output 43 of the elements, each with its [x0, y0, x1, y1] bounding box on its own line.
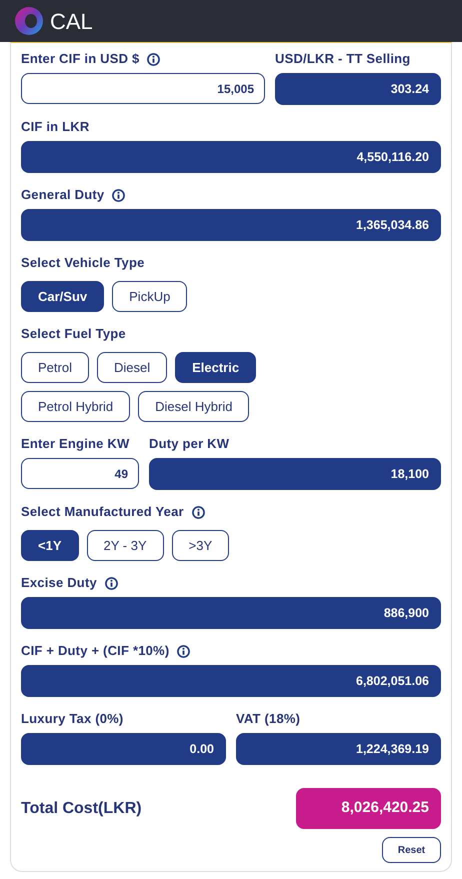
field-label: Duty per KW: [149, 435, 230, 454]
result-field: 6,802,051.06: [21, 665, 441, 697]
option-button[interactable]: Petrol Hybrid: [21, 391, 130, 422]
option-button[interactable]: Electric: [175, 352, 256, 383]
field-label: USD/LKR - TT Selling: [275, 50, 410, 68]
input-field[interactable]: 15,005: [21, 73, 265, 104]
result-field: 1,365,034.86: [21, 209, 441, 241]
info-icon[interactable]: [112, 188, 126, 202]
field-label: CIF + Duty + (CIF *10%): [21, 642, 170, 660]
option-button[interactable]: <1Y: [21, 530, 78, 561]
field-label: Select Manufactured Year: [21, 503, 184, 522]
info-icon[interactable]: [104, 576, 118, 590]
reset-button[interactable]: Reset: [382, 837, 441, 863]
info-icon[interactable]: [177, 644, 190, 658]
field-label: General Duty: [21, 186, 104, 204]
option-button[interactable]: Petrol: [21, 352, 89, 383]
logo-text: CAL: [50, 8, 93, 36]
result-field: 303.24: [275, 73, 441, 105]
result-field: 0.00: [21, 733, 226, 765]
option-button[interactable]: 2Y - 3Y: [86, 530, 164, 561]
info-icon[interactable]: [192, 506, 205, 518]
field-label: VAT (18%): [236, 710, 300, 728]
field-label: Select Vehicle Type: [21, 254, 145, 272]
field-label: Select Fuel Type: [21, 325, 126, 344]
input-field[interactable]: 49: [21, 458, 139, 489]
total-label: Total Cost(LKR): [21, 798, 142, 818]
option-button[interactable]: Car/Suv: [21, 281, 104, 312]
field-label: Luxury Tax (0%): [21, 710, 124, 728]
option-button[interactable]: Diesel: [96, 352, 168, 383]
field-label: Enter CIF in USD $: [21, 50, 140, 68]
result-field: 18,100: [149, 458, 441, 490]
total-value: 8,026,420.25: [296, 788, 441, 829]
option-button[interactable]: Diesel Hybrid: [138, 391, 250, 422]
field-label: CIF in LKR: [21, 118, 90, 136]
info-icon[interactable]: [147, 52, 160, 66]
result-field: 1,224,369.19: [236, 733, 441, 765]
logo-icon: [14, 6, 44, 36]
field-label: Excise Duty: [21, 574, 97, 592]
result-field: 886,900: [21, 597, 441, 629]
field-label: Enter Engine KW: [21, 435, 130, 454]
option-button[interactable]: >3Y: [172, 530, 230, 561]
result-field: 4,550,116.20: [21, 141, 441, 173]
option-button[interactable]: PickUp: [112, 281, 188, 312]
